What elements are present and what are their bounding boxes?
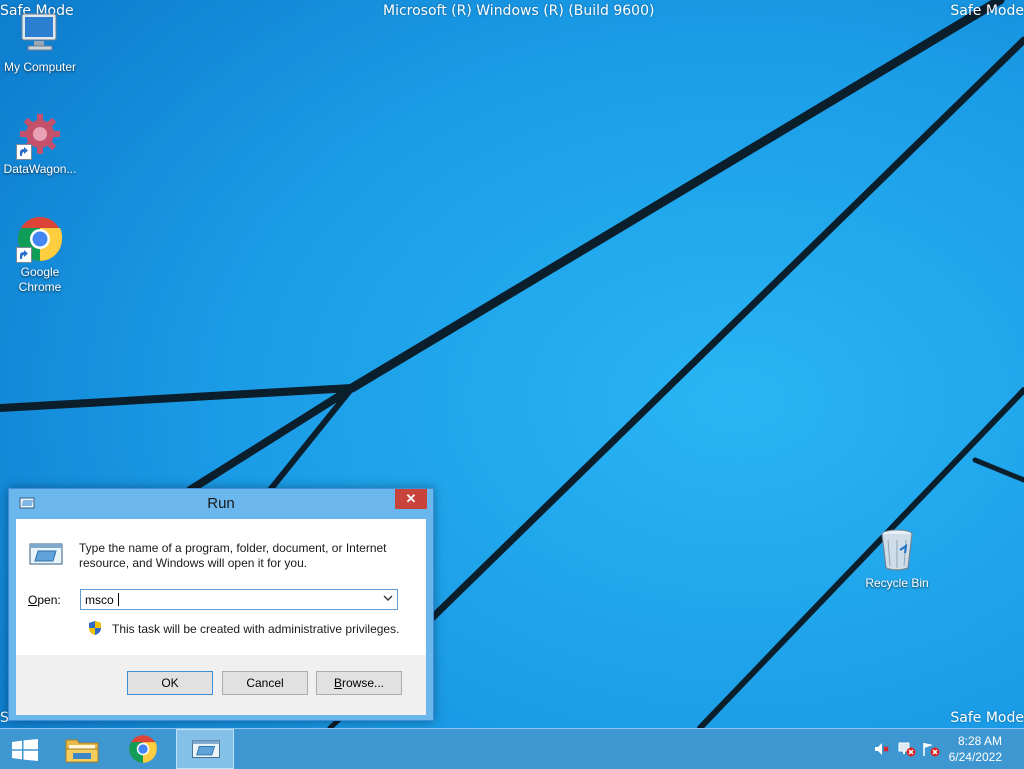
chrome-icon <box>16 215 64 263</box>
run-description: Type the name of a program, folder, docu… <box>79 541 387 570</box>
taskbar: 8:28 AM 6/24/2022 <box>0 728 1024 769</box>
browse-label-rest: rowse... <box>342 676 385 690</box>
run-dialog[interactable]: Run ✕ Type the name of a program, folder… <box>8 488 434 721</box>
chrome-icon <box>128 734 158 767</box>
desktop: Safe Mode Microsoft (R) Windows (R) (Bui… <box>0 0 1024 728</box>
file-explorer-icon <box>65 735 99 766</box>
chevron-down-icon[interactable] <box>381 592 395 607</box>
speaker-muted-icon[interactable] <box>874 742 890 759</box>
start-icon <box>12 739 38 764</box>
run-taskbar-button[interactable] <box>176 729 234 769</box>
browse-accel: B <box>333 676 342 690</box>
close-button[interactable]: ✕ <box>395 489 427 509</box>
clock-time[interactable]: 8:28 AM <box>922 734 1002 748</box>
run-icon <box>29 541 63 570</box>
desktop-icon-label: Recycle Bin <box>865 576 929 590</box>
desktop-icon-label-line1: Google <box>20 265 60 279</box>
admin-note: This task will be created with administr… <box>112 622 400 636</box>
browse-button[interactable]: Browse... <box>316 671 402 695</box>
network-error-icon[interactable] <box>898 742 916 760</box>
safe-mode-top-right: Safe Mode <box>950 3 1024 19</box>
run-icon <box>191 738 221 763</box>
desktop-icon-datawagon[interactable]: DataWagon... <box>0 112 80 177</box>
cancel-button[interactable]: Cancel <box>222 671 308 695</box>
desktop-icon-my-computer[interactable]: My Computer <box>0 10 80 75</box>
chrome-taskbar-button[interactable] <box>118 729 168 769</box>
recycle-bin-icon <box>873 526 921 574</box>
open-combobox[interactable] <box>80 589 398 610</box>
safe-mode-bottom-right: Safe Mode <box>950 710 1024 726</box>
button-bar: OK Cancel Browse... <box>16 655 426 715</box>
run-client-area: Type the name of a program, folder, docu… <box>16 519 426 715</box>
desktop-icon-google-chrome[interactable]: Google Chrome <box>0 215 80 295</box>
build-text: Microsoft (R) Windows (R) (Build 9600) <box>383 3 655 19</box>
file-explorer-button[interactable] <box>56 729 106 769</box>
computer-icon <box>16 10 64 58</box>
run-titlebar[interactable]: Run ✕ <box>9 489 433 517</box>
run-title: Run <box>207 495 235 512</box>
clock-date[interactable]: 6/24/2022 <box>922 750 1002 764</box>
shield-icon <box>88 620 102 639</box>
open-label-accel: O <box>28 593 38 607</box>
desktop-icon-recycle-bin[interactable]: Recycle Bin <box>857 526 937 591</box>
gear-icon <box>16 112 64 160</box>
desktop-icon-label: My Computer <box>3 60 77 74</box>
open-input[interactable] <box>83 591 377 608</box>
open-label: Open: <box>28 593 61 607</box>
ok-button[interactable]: OK <box>127 671 213 695</box>
open-label-rest: pen: <box>37 593 61 607</box>
start-button[interactable] <box>0 729 50 769</box>
desktop-icon-label-line2: Chrome <box>18 280 62 294</box>
desktop-icon-label: DataWagon... <box>3 162 77 176</box>
shortcut-arrow-icon <box>16 144 32 160</box>
shortcut-arrow-icon <box>16 247 32 263</box>
text-caret <box>118 593 119 606</box>
